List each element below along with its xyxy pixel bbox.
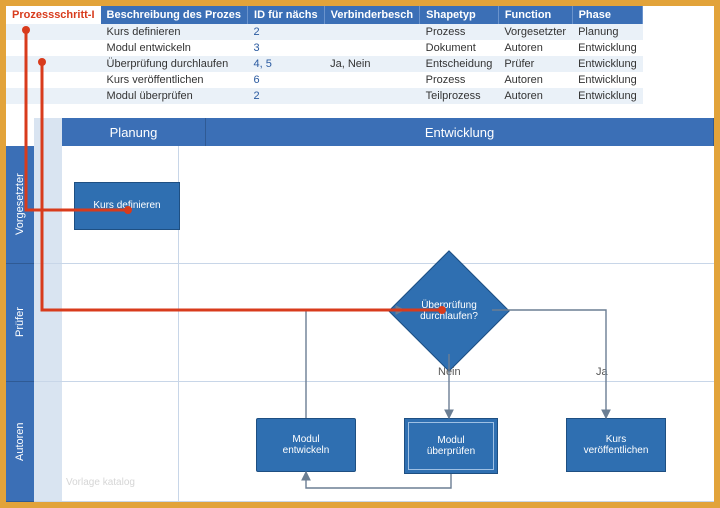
cell-desc: Modul entwickeln bbox=[101, 40, 248, 56]
table-row: Kurs veröffentlichen6 ProzessAutorenEntwi… bbox=[6, 72, 643, 88]
cell-step bbox=[6, 72, 101, 88]
lane-row-2 bbox=[34, 264, 714, 382]
table-row: Modul überprüfen2 TeilprozessAutorenEntwi… bbox=[6, 88, 643, 104]
cell-desc: Überprüfung durchlaufen bbox=[101, 56, 248, 72]
cell-func: Autoren bbox=[498, 88, 572, 104]
cell-func: Autoren bbox=[498, 40, 572, 56]
lane-authors: Autoren bbox=[6, 382, 34, 502]
cell-desc: Kurs veröffentlichen bbox=[101, 72, 248, 88]
cell-next: 2 bbox=[248, 24, 325, 40]
phase-header: Planung Entwicklung bbox=[62, 118, 714, 146]
table-body: Kurs definieren2ProzessVorgesetzterPlanu… bbox=[6, 24, 643, 104]
node-develop-module: Modulentwickeln bbox=[256, 418, 356, 472]
node-define-course: Kurs definieren bbox=[74, 182, 180, 230]
col-shape-type: Shapetyp bbox=[420, 6, 499, 24]
phase-development: Entwicklung bbox=[206, 118, 714, 146]
node-label: Modulüberprüfen bbox=[427, 435, 475, 458]
cell-phase: Entwicklung bbox=[572, 88, 643, 104]
col-connector: Verbinderbesch bbox=[324, 6, 420, 24]
cell-phase: Entwicklung bbox=[572, 40, 643, 56]
cell-conn bbox=[324, 88, 420, 104]
cell-shape: Teilprozess bbox=[420, 88, 499, 104]
cell-desc: Modul überprüfen bbox=[101, 88, 248, 104]
node-publish-course: Kursveröffentlichen bbox=[566, 418, 666, 472]
cell-shape: Dokument bbox=[420, 40, 499, 56]
cell-shape: Prozess bbox=[420, 72, 499, 88]
col-phase: Phase bbox=[572, 6, 643, 24]
table-row: Modul entwickeln3 DokumentAutorenEntwickl… bbox=[6, 40, 643, 56]
node-label: Modulentwickeln bbox=[283, 434, 330, 457]
cell-func: Autoren bbox=[498, 72, 572, 88]
node-label: Überprüfungdurchlaufen? bbox=[407, 269, 491, 353]
cell-next: 2 bbox=[248, 88, 325, 104]
cell-func: Prüfer bbox=[498, 56, 572, 72]
table-row: Überprüfung durchlaufen4, 5Ja, NeinEntsc… bbox=[6, 56, 643, 72]
swimlane-diagram: Planung Entwicklung Vorgesetzter Prüfer … bbox=[6, 118, 714, 502]
cell-conn bbox=[324, 72, 420, 88]
node-check-module: Modulüberprüfen bbox=[404, 418, 498, 474]
cell-phase: Planung bbox=[572, 24, 643, 40]
cell-phase: Entwicklung bbox=[572, 56, 643, 72]
lane-labels: Vorgesetzter Prüfer Autoren bbox=[6, 146, 34, 502]
watermark: Vorlage katalog bbox=[66, 477, 135, 488]
cell-shape: Entscheidung bbox=[420, 56, 499, 72]
cell-step bbox=[6, 56, 101, 72]
lane-reviewer: Prüfer bbox=[6, 264, 34, 382]
col-next-id: ID für nächs bbox=[248, 6, 325, 24]
edge-label-yes: Ja bbox=[596, 366, 608, 378]
col-step-id: Prozessschritt-I bbox=[6, 6, 101, 24]
cell-step bbox=[6, 24, 101, 40]
cell-conn bbox=[324, 40, 420, 56]
cell-conn: Ja, Nein bbox=[324, 56, 420, 72]
col-description: Beschreibung des Prozes bbox=[101, 6, 248, 24]
cell-step bbox=[6, 40, 101, 56]
cell-conn bbox=[324, 24, 420, 40]
cell-desc: Kurs definieren bbox=[101, 24, 248, 40]
table-row: Kurs definieren2 ProzessVorgesetzterPlanu… bbox=[6, 24, 643, 40]
table-header-row: Prozessschritt-I Beschreibung des Prozes… bbox=[6, 6, 643, 24]
node-label: Kurs definieren bbox=[93, 200, 160, 212]
cell-next: 4, 5 bbox=[248, 56, 325, 72]
cell-next: 3 bbox=[248, 40, 325, 56]
cell-func: Vorgesetzter bbox=[498, 24, 572, 40]
cell-shape: Prozess bbox=[420, 24, 499, 40]
lane-supervisor: Vorgesetzter bbox=[6, 146, 34, 264]
col-function: Function bbox=[498, 6, 572, 24]
phase-planning: Planung bbox=[62, 118, 206, 146]
cell-phase: Entwicklung bbox=[572, 72, 643, 88]
cell-next: 6 bbox=[248, 72, 325, 88]
cell-step bbox=[6, 88, 101, 104]
process-table: Prozessschritt-I Beschreibung des Prozes… bbox=[6, 6, 643, 104]
edge-label-no: Nein bbox=[438, 366, 461, 378]
node-label: Kursveröffentlichen bbox=[584, 434, 649, 457]
